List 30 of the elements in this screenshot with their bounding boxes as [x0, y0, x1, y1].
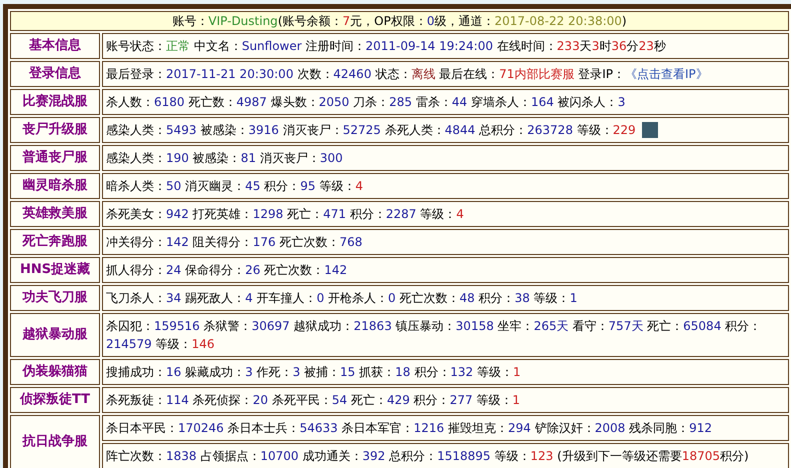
stats-text: 暗杀人类：50 消灭幽灵：45 积分：95 等级：4	[106, 178, 363, 195]
stats-text: 阵亡次数：1838 占领据点：10700 成功通关：392 总积分：1518895 等级：123 (升级到下一等级还需要18705积分)	[106, 448, 749, 465]
stats-text: 最后登录：2017-11-21 20:30:00 次数：42460 状态：离线 最后在线：71内部比赛服 登录IP：《点击查看IP》	[106, 66, 708, 83]
stats-text: 感染人类：5493 被感染：3916 消灭丧尸：52725 杀死人类：4844 总积分：263728 等级：229	[106, 122, 636, 139]
category-label: 抗日战争服	[10, 415, 100, 468]
category-label: 伪装躲猫猫	[10, 359, 100, 385]
stats-text: 抓人得分：24 保命得分：26 死亡次数：142	[106, 262, 348, 279]
stats-text: 搜捕成功：16 躲藏成功：3 作死：3 被捕：15 抓获：18 积分：132 等级：1	[106, 364, 521, 381]
category-label: 普通丧尸服	[10, 145, 100, 171]
category-label: 比赛混战服	[10, 89, 100, 115]
stats-text: 杀日本平民：170246 杀日本士兵：54633 杀日本军官：1216 摧毁坦克：294 铲除汉奸：2008 残杀同胞：912	[106, 420, 712, 437]
category-label: 登录信息	[10, 61, 100, 87]
category-label: 丧尸升级服	[10, 117, 100, 143]
category-label: 英雄救美服	[10, 201, 100, 227]
stats-text: 杀人数：6180 死亡数：4987 爆头数：2050 刀杀：285 雷杀：44 穿墙杀人：164 被闪杀人：3	[106, 94, 626, 111]
stats-text: 账号状态：正常 中文名：Sunflower 注册时间：2011-09-14 19:24:00 在线时间：233天3时36分23秒	[106, 38, 666, 55]
category-label: 功夫飞刀服	[10, 285, 100, 311]
stats-text: 飞刀杀人：34 踢死敌人：4 开车撞人：0 开枪杀人：0 死亡次数：48 积分：38 等级：1	[106, 290, 578, 307]
category-label: 基本信息	[10, 33, 100, 59]
stats-text: 杀死叛徒：114 杀死侦探：20 杀死平民：54 死亡：429 积分：277 等级：1	[106, 392, 520, 409]
category-label: 死亡奔跑服	[10, 229, 100, 255]
stats-text: 杀囚犯：159516 杀狱警：30697 越狱成功：21863 镇压暴动：30158 坐牢：265天 看守：757天 死亡：65084 积分： 214579 等级：146	[106, 318, 762, 353]
category-label: 越狱暴动服	[10, 313, 100, 357]
category-label: 幽灵暗杀服	[10, 173, 100, 199]
stats-text: 杀死美女：942 打死英雄：1298 死亡：471 积分：2287 等级：4	[106, 206, 464, 223]
stats-text: 感染人类：190 被感染：81 消灭丧尸：300	[106, 150, 343, 167]
stats-text: 冲关得分：142 阻关得分：176 死亡次数：768	[106, 234, 362, 251]
category-label: HNS捉迷藏	[10, 257, 100, 283]
category-label: 侦探叛徒TT	[10, 387, 100, 413]
account-summary: 账号：VIP-Dusting(账号余额：7元，OP权限：0级，通道：2017-08-22 20:38:00)	[172, 13, 627, 30]
